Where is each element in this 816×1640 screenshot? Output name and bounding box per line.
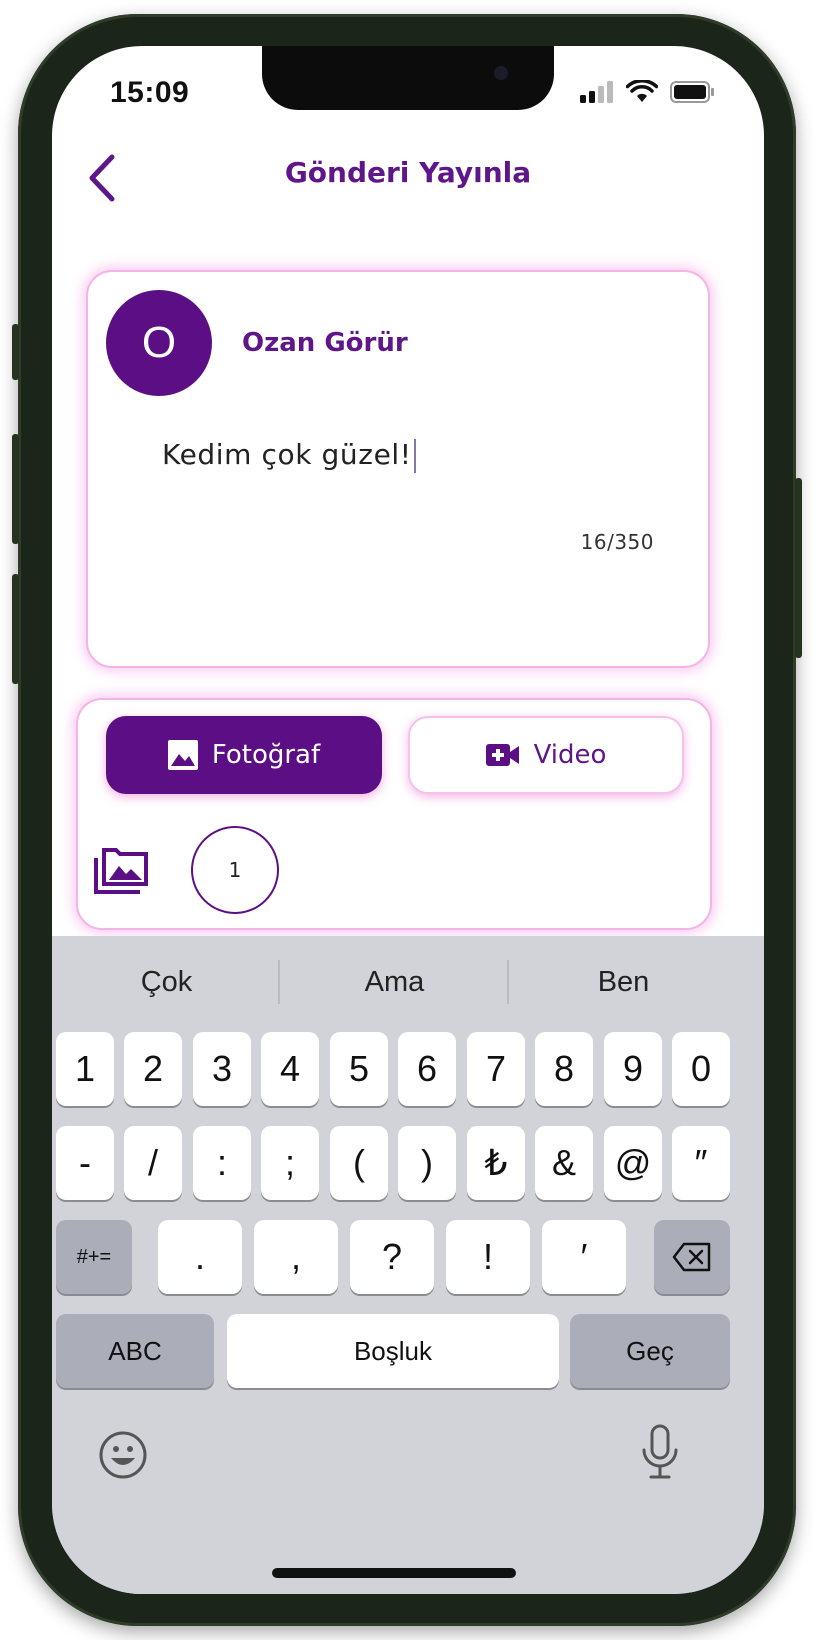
key-0[interactable]: 0: [672, 1032, 730, 1106]
header: Gönderi Yayınla: [52, 136, 764, 220]
key-apostrophe[interactable]: ′: [542, 1220, 626, 1294]
key-comma[interactable]: ,: [254, 1220, 338, 1294]
microphone-icon: [642, 1424, 678, 1479]
key-hyphen[interactable]: -: [56, 1126, 114, 1200]
photo-tab-label: Fotoğraf: [211, 740, 321, 770]
notch: [262, 46, 554, 110]
character-counter: 16/350: [580, 530, 654, 554]
key-semicolon[interactable]: ;: [261, 1126, 319, 1200]
user-name: Ozan Görür: [242, 328, 408, 358]
silent-switch: [12, 324, 19, 380]
emoji-icon: [99, 1431, 147, 1479]
key-open-paren[interactable]: (: [330, 1126, 388, 1200]
key-5[interactable]: 5: [330, 1032, 388, 1106]
return-key[interactable]: Geç: [570, 1314, 730, 1388]
key-7[interactable]: 7: [467, 1032, 525, 1106]
photo-library-icon: [94, 848, 148, 894]
text-caret: [413, 439, 416, 473]
post-text-value: Kedim çok güzel!: [162, 438, 412, 471]
key-4[interactable]: 4: [261, 1032, 319, 1106]
key-3[interactable]: 3: [193, 1032, 251, 1106]
key-more-symbols[interactable]: #+=: [56, 1220, 132, 1294]
signal-icon: [580, 81, 613, 103]
front-camera: [494, 66, 508, 80]
emoji-button[interactable]: [98, 1430, 148, 1480]
key-9[interactable]: 9: [604, 1032, 662, 1106]
video-tab-label: Video: [533, 740, 607, 770]
screen: 15:09 Gönderi Yayınla O Ozan Görür Kedim…: [52, 46, 764, 1594]
key-colon[interactable]: :: [193, 1126, 251, 1200]
wifi-icon: [626, 80, 658, 102]
delete-key[interactable]: [654, 1220, 730, 1294]
gallery-button[interactable]: [92, 846, 150, 896]
key-close-paren[interactable]: ): [398, 1126, 456, 1200]
post-text-input[interactable]: Kedim çok güzel!: [162, 438, 416, 473]
suggestion-1[interactable]: Çok: [52, 936, 281, 1028]
backspace-icon: [672, 1242, 711, 1272]
suggestion-3[interactable]: Ben: [509, 936, 738, 1028]
key-2[interactable]: 2: [124, 1032, 182, 1106]
keyboard: Çok Ama Ben 1 2 3 4 5 6 7 8 9 0 - / : ; …: [52, 936, 764, 1594]
key-8[interactable]: 8: [535, 1032, 593, 1106]
key-exclamation[interactable]: !: [446, 1220, 530, 1294]
post-composer-card: O Ozan Görür Kedim çok güzel! 16/350: [86, 270, 710, 668]
key-period[interactable]: .: [158, 1220, 242, 1294]
home-indicator[interactable]: [272, 1568, 516, 1578]
suggestion-2[interactable]: Ama: [280, 936, 509, 1028]
key-6[interactable]: 6: [398, 1032, 456, 1106]
volume-up-button: [12, 434, 19, 544]
key-1[interactable]: 1: [56, 1032, 114, 1106]
page-title: Gönderi Yayınla: [284, 156, 532, 189]
selected-count-badge[interactable]: 1: [191, 826, 279, 914]
status-icons: [580, 80, 716, 104]
photo-tab-button[interactable]: Fotoğraf: [106, 716, 382, 794]
key-slash[interactable]: /: [124, 1126, 182, 1200]
key-quote[interactable]: ″: [672, 1126, 730, 1200]
image-icon: [167, 740, 198, 770]
abc-key[interactable]: ABC: [56, 1314, 214, 1388]
key-question[interactable]: ?: [350, 1220, 434, 1294]
volume-down-button: [12, 574, 19, 684]
media-card: Fotoğraf Video 1: [76, 698, 712, 930]
avatar: O: [106, 290, 212, 396]
video-tab-button[interactable]: Video: [408, 716, 684, 794]
key-lira[interactable]: ₺: [467, 1126, 525, 1200]
power-button: [795, 478, 802, 658]
battery-icon: [670, 81, 714, 103]
key-ampersand[interactable]: &: [535, 1126, 593, 1200]
key-at[interactable]: @: [604, 1126, 662, 1200]
video-add-icon: [485, 744, 519, 766]
space-key[interactable]: Boşluk: [227, 1314, 559, 1388]
status-time: 15:09: [110, 76, 190, 109]
microphone-button[interactable]: [640, 1424, 680, 1482]
suggestion-bar: Çok Ama Ben: [52, 936, 764, 1028]
